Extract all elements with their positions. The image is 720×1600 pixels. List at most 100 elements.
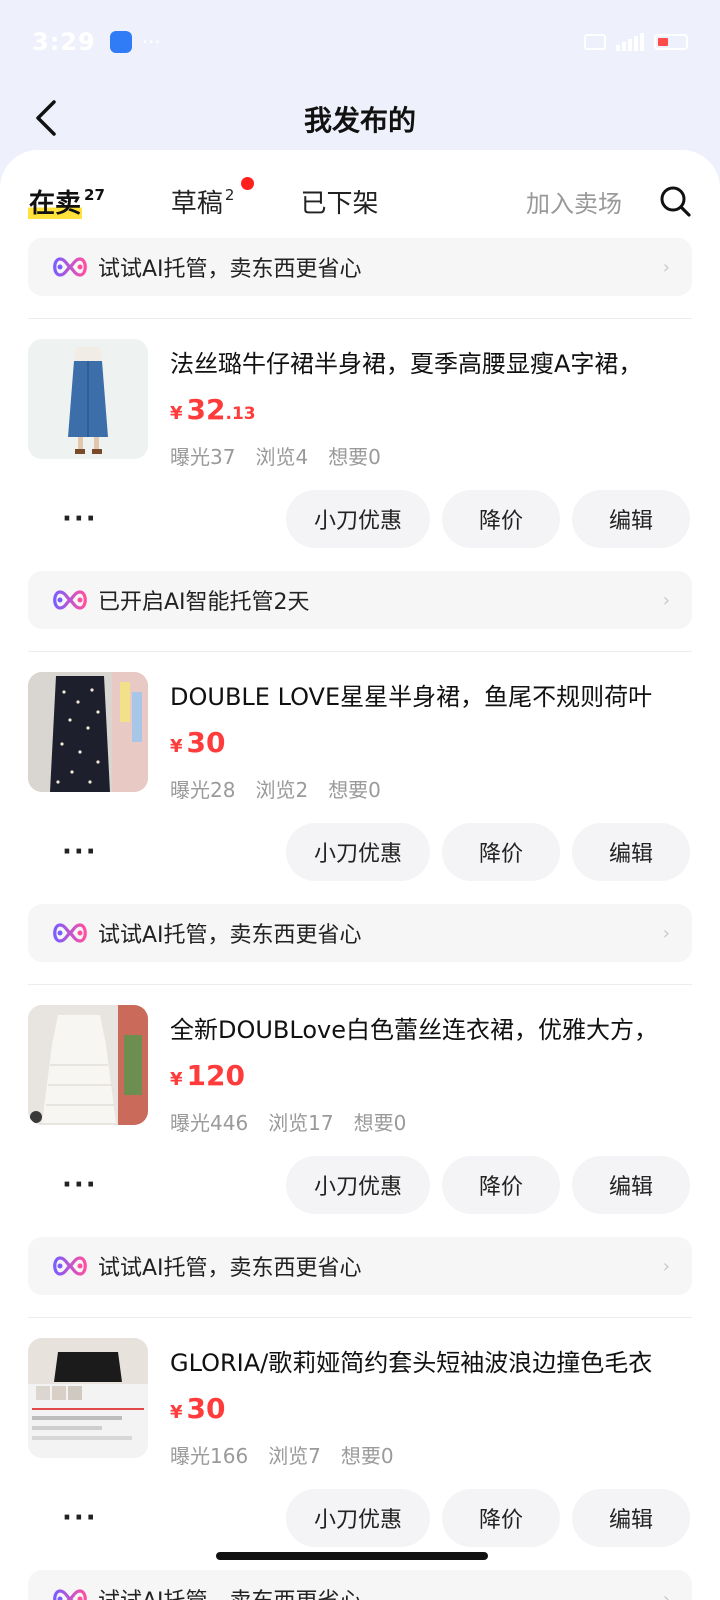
listing-thumbnail[interactable]	[28, 1338, 148, 1458]
ai-infinity-icon	[50, 921, 90, 945]
exposure-count: 曝光166	[170, 1444, 249, 1468]
listing-actions: ··· 小刀优惠 降价 编辑	[28, 1480, 692, 1556]
lace-dress-image	[28, 1005, 148, 1125]
more-button[interactable]: ···	[28, 1503, 128, 1533]
search-icon	[660, 186, 691, 217]
ai-infinity-icon	[50, 1587, 90, 1600]
want-count: 想要0	[328, 445, 381, 469]
listing-item: 法丝璐牛仔裙半身裙，夏季高腰显瘦A字裙， ¥32.13 曝光37 浏览4 想要0 ·…	[0, 319, 720, 629]
want-count: 想要0	[340, 1444, 394, 1468]
price-symbol: ¥	[170, 736, 183, 757]
denim-skirt-image	[28, 339, 148, 459]
ai-banner-text: 试试AI托管，卖东西更省心	[98, 257, 362, 282]
tab-label: 在卖	[28, 188, 83, 219]
knife-discount-button[interactable]: 小刀优惠	[286, 823, 430, 881]
tab-on-sale[interactable]: 在卖 27	[28, 183, 105, 220]
tab-count: 2	[224, 185, 235, 204]
chevron-right-icon: ›	[662, 922, 670, 944]
price-integer: 32	[186, 393, 226, 426]
edit-button[interactable]: 编辑	[572, 490, 690, 548]
nfc-icon	[584, 34, 606, 50]
exposure-count: 曝光28	[170, 778, 236, 802]
tab-delisted[interactable]: 已下架	[300, 183, 378, 220]
price-symbol: ¥	[170, 1069, 183, 1090]
price-cut-button[interactable]: 降价	[442, 1156, 560, 1214]
listing-stats: 曝光166 浏览7 想要0	[170, 1440, 690, 1469]
listing-title[interactable]: GLORIA/歌莉娅简约套头短袖波浪边撞色毛衣	[170, 1346, 690, 1380]
chevron-left-icon	[36, 100, 56, 136]
ai-hosting-banner[interactable]: 试试AI托管，卖东西更省心 ›	[28, 238, 692, 296]
chevron-right-icon: ›	[662, 256, 670, 278]
listing-actions: ··· 小刀优惠 降价 编辑	[28, 1147, 692, 1223]
ai-banner-text: 已开启AI智能托管2天	[98, 590, 310, 615]
action-buttons: 小刀优惠 降价 编辑	[286, 1489, 690, 1547]
listing-thumbnail[interactable]	[28, 339, 148, 459]
listing-thumbnail[interactable]	[28, 672, 148, 792]
listing-summary: 全新DOUBLove白色蕾丝连衣裙，优雅大方， ¥120 曝光446 浏览17 想要…	[28, 985, 692, 1147]
action-buttons: 小刀优惠 降价 编辑	[286, 823, 690, 881]
view-count: 浏览17	[268, 1111, 334, 1135]
want-count: 想要0	[328, 778, 381, 802]
ai-hosting-banner[interactable]: 试试AI托管，卖东西更省心 ›	[28, 904, 692, 962]
knife-discount-button[interactable]: 小刀优惠	[286, 490, 430, 548]
listing-info: GLORIA/歌莉娅简约套头短袖波浪边撞色毛衣 ¥30 曝光166 浏览7 想要0	[170, 1338, 690, 1480]
page-header: 我发布的	[0, 84, 720, 154]
view-count: 浏览4	[255, 445, 309, 469]
status-bar: 3:29 ···	[0, 0, 720, 84]
more-button[interactable]: ···	[28, 1170, 128, 1200]
listing-title[interactable]: 全新DOUBLove白色蕾丝连衣裙，优雅大方，	[170, 1013, 690, 1047]
tab-drafts[interactable]: 草稿 2	[171, 176, 255, 220]
listing-stats: 曝光37 浏览4 想要0	[170, 441, 690, 470]
more-button[interactable]: ···	[28, 837, 128, 867]
content-sheet: 在卖 27 草稿 2 已下架 加入卖场 试试AI托管，卖东西更省心 › 法丝璐牛…	[0, 150, 720, 1600]
listing-price: ¥30	[170, 1390, 690, 1432]
ai-hosting-banner[interactable]: 试试AI托管，卖东西更省心 ›	[28, 1570, 692, 1600]
knife-discount-button[interactable]: 小刀优惠	[286, 1156, 430, 1214]
price-symbol: ¥	[170, 1402, 183, 1423]
chevron-right-icon: ›	[662, 589, 670, 611]
tab-bar: 在卖 27 草稿 2 已下架 加入卖场	[0, 166, 720, 236]
join-market-link[interactable]: 加入卖场	[526, 184, 622, 219]
exposure-count: 曝光446	[170, 1111, 249, 1135]
listing-actions: ··· 小刀优惠 降价 编辑	[28, 481, 692, 557]
search-button[interactable]	[658, 184, 692, 218]
ai-infinity-icon	[50, 255, 90, 279]
ai-hosting-banner[interactable]: 试试AI托管，卖东西更省心 ›	[28, 1237, 692, 1295]
edit-button[interactable]: 编辑	[572, 823, 690, 881]
edit-button[interactable]: 编辑	[572, 1156, 690, 1214]
listing-price: ¥30	[170, 724, 690, 766]
listing-price: ¥120	[170, 1057, 690, 1099]
exposure-count: 曝光37	[170, 445, 236, 469]
ai-banner-text: 试试AI托管，卖东西更省心	[98, 1583, 362, 1600]
listing-stats: 曝光446 浏览17 想要0	[170, 1107, 690, 1136]
listing-item: 全新DOUBLove白色蕾丝连衣裙，优雅大方， ¥120 曝光446 浏览17 想要…	[0, 985, 720, 1295]
app-notification-icon	[109, 31, 132, 53]
listing-title[interactable]: 法丝璐牛仔裙半身裙，夏季高腰显瘦A字裙，	[170, 347, 690, 381]
price-cut-button[interactable]: 降价	[442, 490, 560, 548]
more-button[interactable]: ···	[28, 504, 128, 534]
want-count: 想要0	[353, 1111, 407, 1135]
edit-button[interactable]: 编辑	[572, 1489, 690, 1547]
price-cut-button[interactable]: 降价	[442, 823, 560, 881]
listing-info: 法丝璐牛仔裙半身裙，夏季高腰显瘦A字裙， ¥32.13 曝光37 浏览4 想要0	[170, 339, 690, 481]
view-count: 浏览2	[255, 778, 309, 802]
back-button[interactable]	[26, 98, 66, 138]
view-count: 浏览7	[268, 1444, 321, 1468]
listing-item: DOUBLE LOVE星星半身裙，鱼尾不规则荷叶 ¥30 曝光28 浏览2 想要0 …	[0, 652, 720, 962]
page-title: 我发布的	[303, 104, 416, 137]
ai-infinity-icon	[50, 588, 90, 612]
knife-discount-button[interactable]: 小刀优惠	[286, 1489, 430, 1547]
ai-hosting-banner[interactable]: 已开启AI智能托管2天 ›	[28, 571, 692, 629]
tab-count: 27	[84, 185, 105, 204]
price-decimal: .13	[225, 404, 256, 424]
home-indicator[interactable]	[216, 1552, 488, 1560]
ai-banner-text: 试试AI托管，卖东西更省心	[98, 923, 362, 948]
listing-thumbnail[interactable]	[28, 1005, 148, 1125]
price-integer: 120	[186, 1059, 245, 1092]
listing-title[interactable]: DOUBLE LOVE星星半身裙，鱼尾不规则荷叶	[170, 680, 690, 714]
sweater-listing-image	[28, 1338, 148, 1458]
price-cut-button[interactable]: 降价	[442, 1489, 560, 1547]
price-integer: 30	[186, 726, 226, 759]
listing-info: 全新DOUBLove白色蕾丝连衣裙，优雅大方， ¥120 曝光446 浏览17 想要…	[170, 1005, 690, 1147]
unread-dot	[241, 176, 255, 190]
